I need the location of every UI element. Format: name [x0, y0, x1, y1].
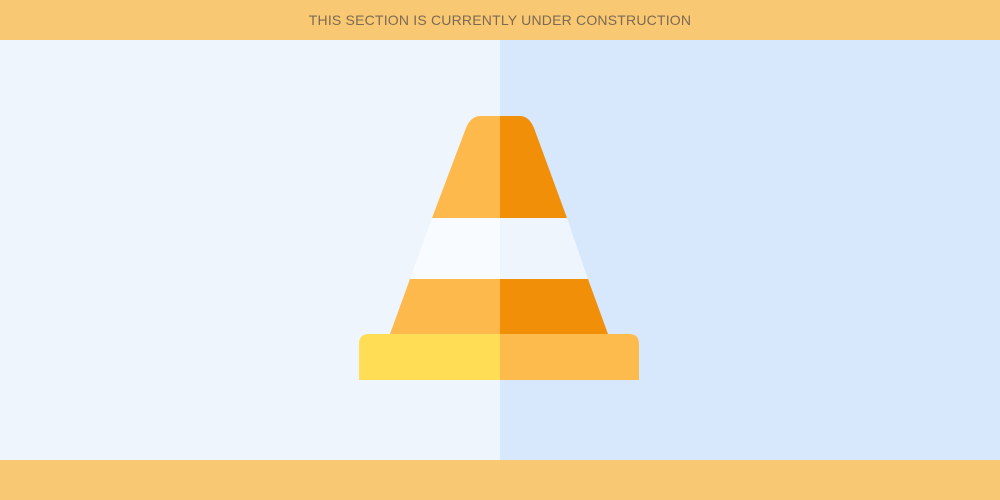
bottom-banner — [0, 460, 1000, 500]
cone-base-right — [500, 334, 639, 380]
cone-top-right — [500, 116, 567, 218]
cone-base-left — [359, 334, 500, 380]
cone-top-left — [432, 116, 500, 218]
cone-stripe-left — [410, 218, 500, 279]
cone-lower-right — [500, 279, 608, 334]
cone-stripe-right — [500, 218, 588, 279]
cone-lower-left — [390, 279, 500, 334]
under-construction-page: THIS SECTION IS CURRENTLY UNDER CONSTRUC… — [0, 0, 1000, 500]
traffic-cone-icon — [359, 116, 639, 380]
